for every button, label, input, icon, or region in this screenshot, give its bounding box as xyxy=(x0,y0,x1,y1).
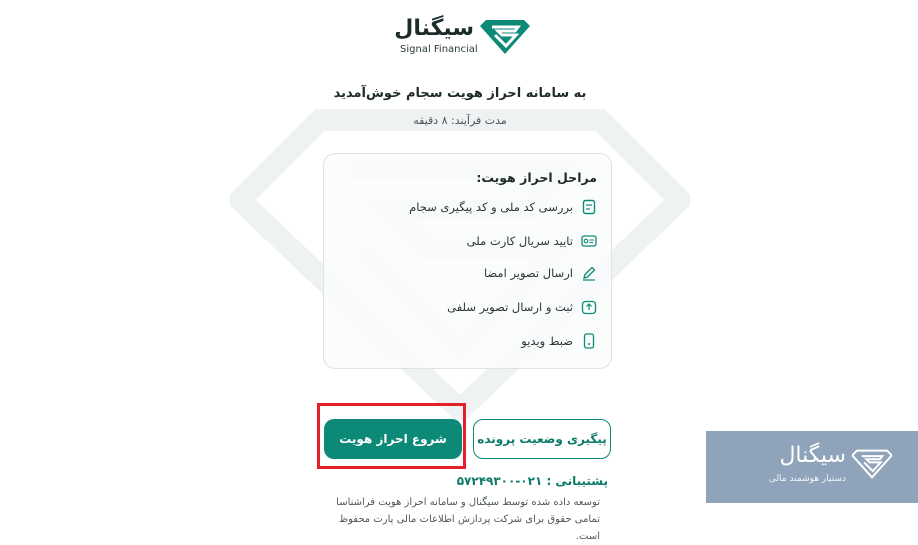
start-verification-button[interactable]: شروع احراز هویت xyxy=(324,419,462,459)
steps-title: مراحل احراز هویت: xyxy=(476,170,597,185)
page-title: به سامانه احراز هویت سجام خوش‌آمدید xyxy=(333,86,587,101)
national-card-icon xyxy=(581,233,597,249)
brand-name-en: Signal Financial xyxy=(400,44,478,55)
step-item: تایید سریال کارت ملی xyxy=(467,230,597,252)
footer-line: تمامی حقوق برای شرکت پردازش اطلاعات مالی… xyxy=(338,514,600,542)
phone-video-icon xyxy=(581,333,597,349)
track-case-status-button[interactable]: پیگیری وضعیت پرونده xyxy=(473,419,611,459)
brand-banner: سیگنال دستیار هوشمند مالی xyxy=(706,431,918,503)
selfie-upload-icon xyxy=(581,299,597,315)
step-label: تایید سریال کارت ملی xyxy=(466,234,573,248)
step-label: ثبت و ارسال تصویر سلفی xyxy=(447,300,573,314)
step-item: ثبت و ارسال تصویر سلفی xyxy=(447,296,597,318)
banner-title: سیگنال xyxy=(779,443,846,468)
pen-icon xyxy=(581,265,597,281)
support-phone[interactable]: پشتیبانی : ۰۲۱-۵۷۲۴۹۳۰۰ xyxy=(390,474,608,488)
footer-line: توسعه داده شده توسط سیگنال و سامانه احرا… xyxy=(336,497,600,508)
banner-subtitle: دستیار هوشمند مالی xyxy=(768,474,846,484)
brand-name-fa: سیگنال xyxy=(394,16,474,41)
steps-card: مراحل احراز هویت: بررسی کد ملی و کد پیگی… xyxy=(323,153,612,369)
brand-logo: سیگنال Signal Financial xyxy=(394,14,536,60)
process-duration: مدت فرآیند: ۸ دقیقه xyxy=(413,114,507,127)
signal-logo-icon xyxy=(480,20,530,54)
footer-credits: توسعه داده شده توسط سیگنال و سامانه احرا… xyxy=(330,494,600,545)
step-label: ارسال تصویر امضا xyxy=(483,266,573,280)
step-label: بررسی کد ملی و کد پیگیری سجام xyxy=(409,200,573,214)
id-card-icon xyxy=(581,199,597,215)
step-item: ارسال تصویر امضا xyxy=(484,262,597,284)
step-label: ضبط ویدیو xyxy=(521,334,573,348)
step-item: ضبط ویدیو xyxy=(521,330,597,352)
step-item: بررسی کد ملی و کد پیگیری سجام xyxy=(409,196,597,218)
signal-logo-icon xyxy=(852,449,892,479)
